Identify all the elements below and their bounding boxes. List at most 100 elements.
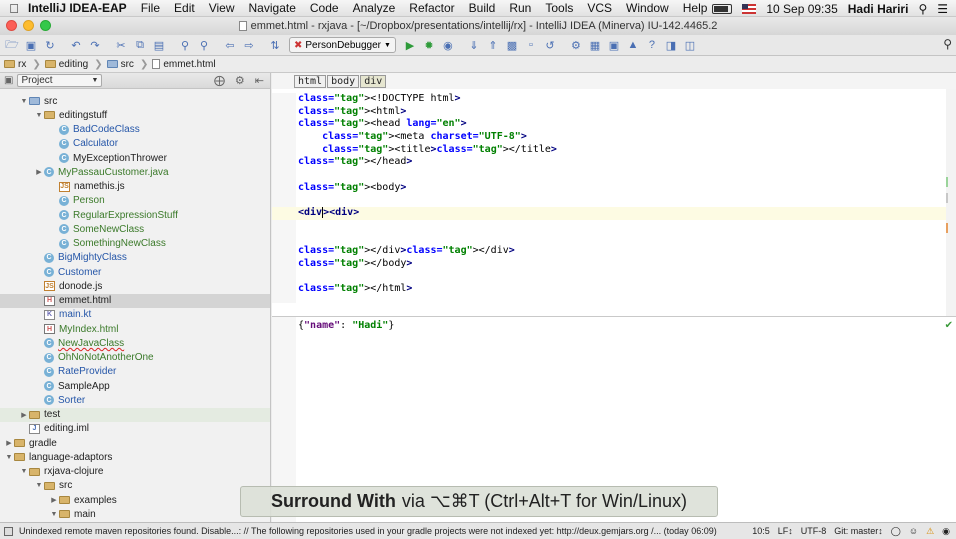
tree-item[interactable]: ▶ gradle <box>0 436 270 450</box>
help-icon[interactable]: ? <box>643 37 661 53</box>
editor-breadcrumb-div[interactable]: div <box>360 74 387 88</box>
vcs-history-icon[interactable]: ▫ <box>522 37 540 53</box>
vcs-revert-icon[interactable]: ↺ <box>541 37 559 53</box>
tree-item[interactable]: C MyExceptionThrower <box>0 151 270 165</box>
scratch-line[interactable]: {"name": "Hadi"} <box>272 317 956 331</box>
menu-run[interactable]: Run <box>509 1 531 15</box>
code-line[interactable]: class="tag"></div>class="tag"></div> <box>272 245 956 258</box>
code-line[interactable] <box>272 271 956 284</box>
sdk-manager-icon[interactable]: ▣ <box>605 37 623 53</box>
battery-icon[interactable] <box>712 3 733 14</box>
expand-arrow-open-icon[interactable]: ▼ <box>19 468 29 475</box>
redo-icon[interactable]: ↷ <box>86 37 104 53</box>
zoom-window-button[interactable] <box>40 20 51 31</box>
breadcrumb-rx[interactable]: rx <box>4 59 26 70</box>
make-project-icon[interactable]: ⇅ <box>266 37 284 53</box>
run-configuration-selector[interactable]: ✖ PersonDebugger ▼ <box>289 37 396 53</box>
ide-status-icon[interactable]: ◉ <box>942 526 950 537</box>
gear-icon[interactable]: ⚙ <box>235 74 245 87</box>
vcs-commit-icon[interactable]: ⇑ <box>484 37 502 53</box>
menu-navigate[interactable]: Navigate <box>249 1 296 15</box>
project-view-selector[interactable]: Project ▼ <box>17 74 103 87</box>
tree-item[interactable]: C SomethingNewClass <box>0 237 270 251</box>
menu-edit[interactable]: Edit <box>174 1 195 15</box>
tree-item[interactable]: Hemmet.html <box>0 293 270 308</box>
editor-breadcrumb-body[interactable]: body <box>327 74 360 88</box>
editor-breadcrumb-html[interactable]: html <box>294 74 327 88</box>
code-line[interactable] <box>272 195 956 208</box>
plugin-icon[interactable]: ▲ <box>624 37 642 53</box>
tree-item[interactable]: C SomeNewClass <box>0 222 270 236</box>
code-line[interactable]: class="tag"></head> <box>272 156 956 169</box>
menu-window[interactable]: Window <box>626 1 669 15</box>
breadcrumb-src[interactable]: src <box>106 59 134 70</box>
tree-item[interactable]: C Person <box>0 194 270 208</box>
expand-arrow-open-icon[interactable]: ▼ <box>19 98 29 105</box>
tree-item[interactable]: C BadCodeClass <box>0 123 270 137</box>
vcs-update-icon[interactable]: ⇓ <box>465 37 483 53</box>
code-line[interactable]: class="tag"><title>class="tag"></title> <box>272 144 956 157</box>
scroll-from-source-icon[interactable]: ⨁ <box>214 74 225 87</box>
search-everywhere-icon[interactable]: ⚲ <box>943 37 952 51</box>
expand-arrow-open-icon[interactable]: ▼ <box>34 112 44 119</box>
menu-refactor[interactable]: Refactor <box>409 1 454 15</box>
inspection-ok-icon[interactable]: ✔ <box>945 320 953 331</box>
code-line[interactable] <box>272 169 956 182</box>
notification-center-icon[interactable]: ☰ <box>937 2 948 16</box>
distraction-free-icon[interactable]: ◫ <box>681 37 699 53</box>
code-line[interactable]: <div><div> <box>272 207 956 220</box>
expand-arrow-open-icon[interactable]: ▼ <box>49 511 59 518</box>
spotlight-search-icon[interactable]: ⚲ <box>918 2 927 16</box>
cut-icon[interactable]: ✂ <box>112 37 130 53</box>
tree-item[interactable]: ▼ editingstuff <box>0 108 270 122</box>
caret-position[interactable]: 10:5 <box>752 526 770 537</box>
tree-item[interactable]: ▼ rxjava-clojure <box>0 465 270 479</box>
file-encoding[interactable]: UTF-8 <box>801 526 827 537</box>
tree-item[interactable]: ▶ C MyPassauCustomer.java <box>0 165 270 179</box>
expand-arrow-closed-icon[interactable]: ▶ <box>49 496 59 504</box>
expand-arrow-open-icon[interactable]: ▼ <box>34 482 44 489</box>
run-with-coverage-icon[interactable]: ◉ <box>439 37 457 53</box>
project-structure-icon[interactable]: ▦ <box>586 37 604 53</box>
code-line[interactable]: class="tag"></html> <box>272 283 956 296</box>
vcs-compare-icon[interactable]: ▩ <box>503 37 521 53</box>
tree-item[interactable]: Jediting.iml <box>0 422 270 436</box>
presentation-mode-icon[interactable]: ◨ <box>662 37 680 53</box>
line-separator[interactable]: LF↕ <box>778 526 793 537</box>
event-log-warning-icon[interactable]: ⚠ <box>926 526 934 537</box>
replace-icon[interactable]: ⚲ <box>195 37 213 53</box>
tree-item[interactable]: Kmain.kt <box>0 308 270 322</box>
close-window-button[interactable] <box>6 20 17 31</box>
menu-analyze[interactable]: Analyze <box>353 1 396 15</box>
tree-item[interactable]: ▼ main <box>0 507 270 521</box>
status-message[interactable]: Unindexed remote maven repositories foun… <box>13 526 752 536</box>
open-folder-icon[interactable]: 🗁 <box>3 37 21 53</box>
menu-tools[interactable]: Tools <box>545 1 573 15</box>
user-name[interactable]: Hadi Hariri <box>848 2 909 16</box>
expand-arrow-closed-icon[interactable]: ▶ <box>34 168 44 176</box>
change-marker[interactable] <box>946 193 948 203</box>
inspector-icon[interactable]: ☺ <box>909 526 918 537</box>
back-icon[interactable]: ⇦ <box>221 37 239 53</box>
code-line[interactable]: class="tag"><body> <box>272 182 956 195</box>
tree-item[interactable]: C OhNoNotAnotherOne <box>0 351 270 365</box>
code-area[interactable]: class="tag"><!DOCTYPE html> class="tag"><… <box>272 93 956 303</box>
debug-icon[interactable]: ✹ <box>420 37 438 53</box>
tree-item[interactable]: C BigMightyClass <box>0 251 270 265</box>
tree-item[interactable]: C Customer <box>0 265 270 279</box>
code-line[interactable]: class="tag"><!DOCTYPE html> <box>272 93 956 106</box>
menu-build[interactable]: Build <box>469 1 496 15</box>
input-source-flag-icon[interactable] <box>742 3 757 14</box>
copy-icon[interactable]: ⧉ <box>131 37 149 53</box>
tree-item[interactable]: JS namethis.js <box>0 180 270 194</box>
tree-item[interactable]: H MyIndex.html <box>0 322 270 336</box>
forward-icon[interactable]: ⇨ <box>240 37 258 53</box>
tree-item[interactable]: C Sorter <box>0 393 270 407</box>
vcs-branch[interactable]: Git: master↕ <box>834 526 883 537</box>
change-marker[interactable] <box>946 177 948 187</box>
menu-help[interactable]: Help <box>683 1 708 15</box>
lock-icon[interactable]: ◯ <box>891 526 901 537</box>
change-marker[interactable] <box>946 223 948 233</box>
code-lines[interactable]: class="tag"><!DOCTYPE html> class="tag"><… <box>272 93 956 296</box>
code-line[interactable]: class="tag"><head lang="en"> <box>272 118 956 131</box>
